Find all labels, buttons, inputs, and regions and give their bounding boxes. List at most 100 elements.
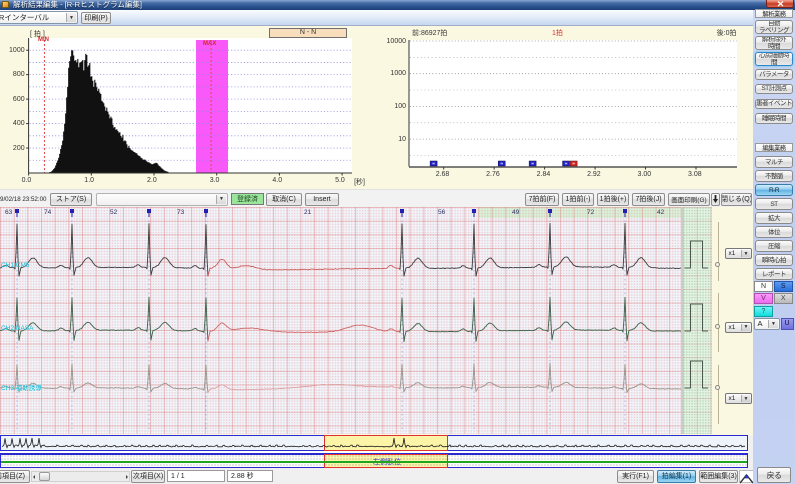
scrollbar-thumb[interactable] [39, 472, 50, 481]
histogram-y-tick: 800 [13, 71, 25, 78]
label-v-button[interactable]: V [754, 293, 773, 304]
sidebar-item-st[interactable]: ST [755, 198, 793, 210]
overview-ecg-strip[interactable] [0, 435, 748, 451]
channel-scale-select[interactable]: x1▼ [725, 248, 753, 259]
channel-gain-slider[interactable] [718, 365, 719, 425]
sidebar-item-report[interactable]: レポート [755, 268, 793, 280]
print-screen-button[interactable]: 画面印刷(G) [668, 193, 710, 206]
bottom-toolbar: 前項目(Z) 次項目(X) 1 / 1 2.88 秒 実行(F1) 拍編集(1)… [0, 468, 795, 484]
histogram-y-tick: 200 [13, 145, 25, 152]
label-n-button[interactable]: N [754, 281, 773, 292]
channel-scale-select[interactable]: x1▼ [725, 393, 753, 404]
datetime-label: 9/02/18 23:52:00 [0, 196, 46, 203]
min-cursor-label: MIN [38, 37, 49, 43]
beats-after-label: 後:0拍 [717, 28, 737, 38]
store-button[interactable]: ストア(S) [50, 193, 92, 206]
label-x-button[interactable]: X [774, 293, 794, 304]
slider-knob[interactable] [715, 385, 720, 390]
window-title: 解析結果編集 - [R-Rヒストグラム編集] [13, 0, 142, 10]
zoom-x-tick: 2.68 [436, 171, 450, 178]
close-button[interactable] [766, 0, 794, 8]
chevron-down-icon: ▼ [741, 395, 750, 402]
scroll-right-icon[interactable] [126, 475, 128, 479]
zoom-y-tick: 100 [394, 103, 406, 110]
channel-label: CH2:NASA [1, 325, 34, 332]
slider-knob[interactable] [715, 262, 720, 267]
beat-type-badge: N - N [269, 28, 347, 39]
ecg-strip-area[interactable]: 637452732156497242 CH1:CM5CH2:NASACH3:補助… [0, 207, 753, 435]
sidebar-item-arrhythmia[interactable]: 不整脈 [755, 170, 793, 182]
charts-panel: [ 拍 ] MIN MAX N - N 前:86927拍 1拍 後:0拍 100… [0, 26, 753, 189]
rr-value: 21 [304, 209, 311, 216]
scroll-down-button[interactable] [711, 193, 720, 206]
print-button[interactable]: 印刷(P) [81, 12, 111, 24]
scroll-left-icon[interactable] [33, 475, 35, 479]
holter-analysis-app: 解析結果編集 - [R-Rヒストグラム編集] R-Rインターバル ▼ 印刷(P)… [0, 0, 795, 484]
sidebar-item-sleep-time[interactable]: 睡眠時間 [755, 113, 793, 124]
sidebar-item-auto-labeling[interactable]: 自動 ラベリング [755, 20, 793, 35]
beat-edit-button[interactable]: 拍編集(1) [657, 470, 696, 483]
rr-value: 52 [110, 209, 117, 216]
mode-select[interactable]: R-Rインターバル ▼ [0, 11, 78, 24]
channel-gain-slider[interactable] [718, 222, 719, 281]
rr-value: 63 [5, 209, 12, 216]
histogram-x-tick: 0.0 [22, 177, 32, 184]
annotation-select[interactable]: ▼ [96, 193, 228, 206]
sidebar-item-parameters[interactable]: パラメータ [755, 69, 793, 80]
sidebar-item-multi[interactable]: マルチ [755, 156, 793, 168]
zoom-y-tick: 1000 [390, 70, 406, 77]
sidebar-item-patient-event[interactable]: 患者イベント [755, 99, 793, 110]
page-scrollbar[interactable] [31, 471, 130, 482]
slider-knob[interactable] [715, 324, 720, 329]
forward-7-beats-button[interactable]: 7拍後(J) [632, 193, 665, 206]
edit-toolbar: 9/02/18 23:52:00 ストア(S) ▼ 登録済 取消(C) Inse… [0, 189, 753, 207]
label-a-select[interactable]: A ▼ [754, 318, 781, 330]
zoom-x-tick: 2.92 [587, 171, 601, 178]
rr-value: 72 [587, 209, 594, 216]
chevron-down-icon: ▼ [66, 13, 76, 22]
title-bar: 解析結果編集 - [R-Rヒストグラム編集] [0, 0, 795, 10]
label-u-button[interactable]: U [781, 318, 794, 330]
arrow-down-icon [713, 195, 718, 203]
label-s-button[interactable]: S [774, 281, 794, 292]
histogram-x-tick: 2.0 [147, 177, 157, 184]
back-button[interactable]: 戻る [757, 467, 791, 483]
sidebar-item-afib-time[interactable]: 心房細動時 間 [755, 52, 793, 67]
channel-scale-select[interactable]: x1▼ [725, 322, 753, 333]
back-7-beats-button[interactable]: 7拍前(F) [525, 193, 559, 206]
chevron-down-icon: ▼ [741, 324, 750, 331]
app-icon [2, 1, 9, 8]
registered-badge: 登録済 [231, 193, 264, 205]
label-a-value: A [755, 319, 763, 328]
zoom-x-tick: 2.84 [537, 171, 551, 178]
channel-label: CH1:CM5 [1, 262, 30, 269]
body-position-strip[interactable]: 左側臥位 [0, 454, 748, 469]
sidebar: 解析業務 自動 ラベリング解析除外 時間心房細動時 間パラメータST計測点患者イ… [753, 10, 795, 484]
back-1-beat-button[interactable]: 1拍前(-) [562, 193, 594, 206]
forward-1-beat-button[interactable]: 1拍後(+) [597, 193, 629, 206]
sidebar-item-rr[interactable]: R-R [755, 184, 793, 196]
sidebar-item-exclusion-time[interactable]: 解析除外 時間 [755, 36, 793, 51]
max-cursor-label: MAX [203, 41, 216, 47]
sidebar-item-body-position[interactable]: 体位 [755, 226, 793, 238]
range-edit-button[interactable]: 範囲編集(3) [699, 470, 738, 483]
next-item-button[interactable]: 次項目(X) [131, 470, 165, 483]
rr-duration-field: 2.88 秒 [227, 470, 273, 482]
zoom-y-tick: 10000 [387, 38, 406, 45]
sidebar-item-st-point[interactable]: ST計測点 [755, 84, 793, 95]
prev-item-button[interactable]: 前項目(Z) [0, 470, 30, 483]
histogram-y-tick: 400 [13, 120, 25, 127]
cancel-button[interactable]: 取消(C) [266, 193, 302, 206]
sidebar-item-compress[interactable]: 圧縮 [755, 240, 793, 252]
histogram-y-tick: 600 [13, 96, 25, 103]
channel-gain-slider[interactable] [718, 293, 719, 352]
beat-caliper-icon[interactable] [739, 470, 754, 483]
rr-value: 49 [512, 209, 519, 216]
execute-button[interactable]: 実行(F1) [617, 470, 654, 483]
histogram-x-tick: 5.0 [335, 177, 345, 184]
close-view-button[interactable]: 閉じる(Q) [721, 193, 752, 206]
sidebar-item-zoom[interactable]: 拡大 [755, 212, 793, 224]
label-question-button[interactable]: ? [754, 306, 773, 317]
sidebar-item-instant-hr[interactable]: 瞬時心拍 [755, 254, 793, 266]
insert-button[interactable]: Insert [305, 193, 339, 206]
